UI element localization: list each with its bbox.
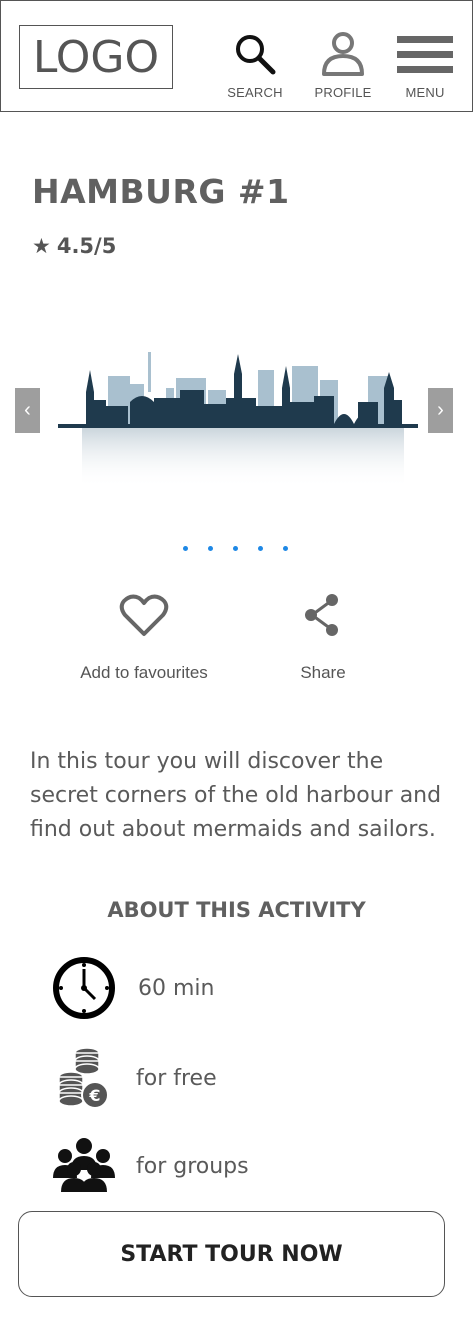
carousel-dot[interactable] (233, 546, 238, 551)
menu-button[interactable]: MENU (385, 29, 465, 109)
groups-text: for groups (136, 1153, 249, 1179)
profile-icon (318, 29, 368, 79)
feature-price: € for free (34, 1038, 434, 1118)
start-tour-button[interactable]: START TOUR NOW (18, 1211, 445, 1297)
carousel-dot[interactable] (258, 546, 263, 551)
favourites-label: Add to favourites (80, 663, 208, 682)
chevron-left-icon: ‹ (24, 399, 31, 421)
price-text: for free (136, 1065, 217, 1091)
carousel-next-button[interactable]: › (428, 388, 453, 433)
chevron-right-icon: › (437, 399, 444, 421)
clock-icon (34, 948, 134, 1028)
carousel-dot[interactable] (183, 546, 188, 551)
rating-value: 4.5/5 (56, 234, 117, 258)
carousel-indicators (183, 546, 288, 551)
search-button[interactable]: SEARCH (215, 29, 295, 109)
profile-label: PROFILE (314, 85, 372, 100)
heart-icon (119, 592, 169, 643)
menu-label: MENU (405, 85, 445, 100)
search-icon (233, 29, 277, 79)
share-button[interactable]: Share (283, 592, 363, 683)
coins-euro-icon: € (34, 1038, 134, 1118)
feature-groups: for groups (34, 1126, 434, 1206)
logo[interactable]: LOGO (19, 25, 173, 89)
search-label: SEARCH (227, 85, 283, 100)
about-heading: ABOUT THIS ACTIVITY (107, 898, 366, 922)
hamburg-skyline-image (58, 340, 418, 500)
star-icon: ★ (32, 234, 51, 258)
group-icon (34, 1126, 134, 1206)
svg-text:€: € (88, 1086, 100, 1105)
add-to-favourites-button[interactable]: Add to favourites (64, 592, 224, 683)
page-title: HAMBURG #1 (32, 172, 290, 211)
tour-description: In this tour you will discover the secre… (30, 749, 442, 842)
feature-duration: 60 min (34, 948, 434, 1028)
carousel-prev-button[interactable]: ‹ (15, 388, 40, 433)
header: LOGO SEARCH PROFILE MENU (0, 0, 473, 112)
hamburger-menu-icon (397, 29, 453, 79)
share-icon (303, 592, 343, 643)
rating: ★ 4.5/5 (32, 234, 116, 258)
carousel-dot[interactable] (208, 546, 213, 551)
carousel-dot[interactable] (283, 546, 288, 551)
profile-button[interactable]: PROFILE (303, 29, 383, 109)
share-label: Share (300, 663, 346, 682)
duration-text: 60 min (138, 975, 215, 1001)
